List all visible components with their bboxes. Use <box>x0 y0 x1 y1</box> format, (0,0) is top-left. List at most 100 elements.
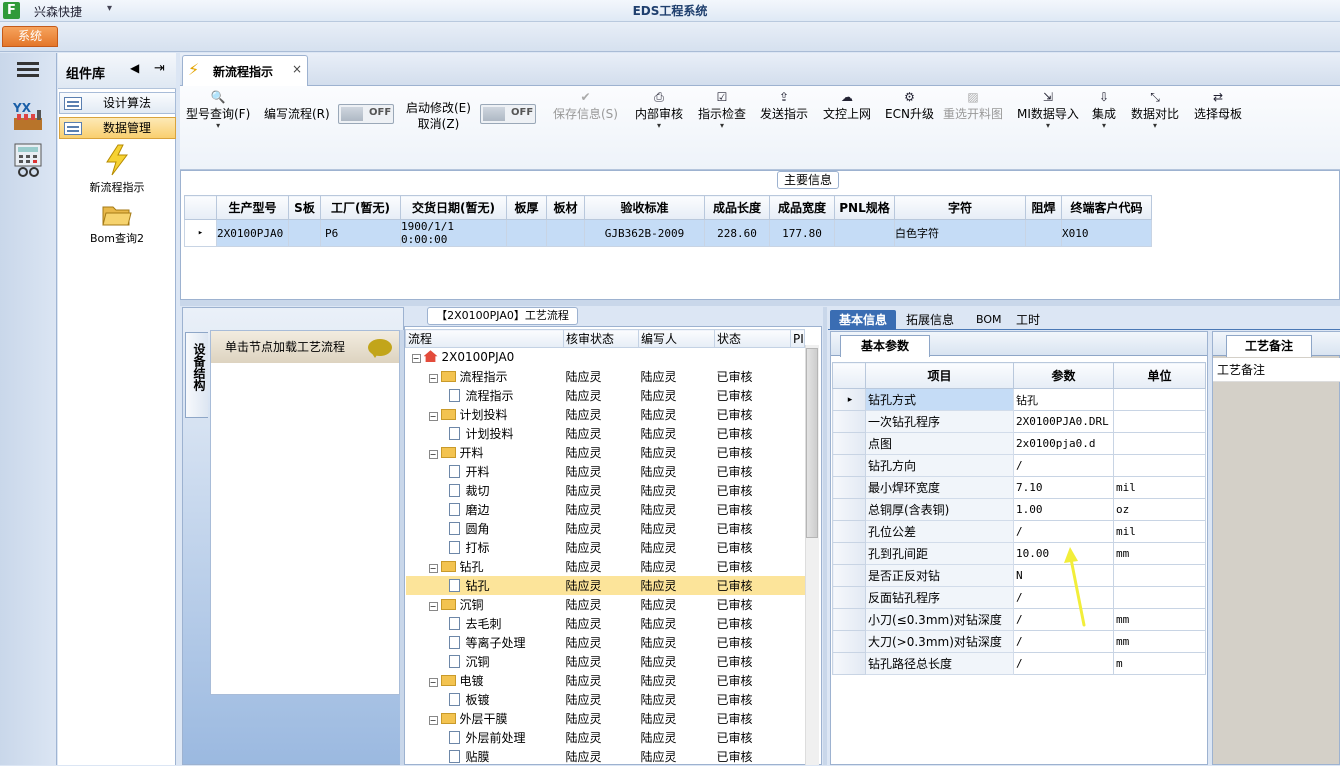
expand-toggle-icon[interactable]: − <box>428 411 438 421</box>
hamburger-menu-icon[interactable] <box>17 62 39 65</box>
tree-row[interactable]: 板镀 陆应灵 陆应灵 已审核 <box>406 690 805 709</box>
tree-row[interactable]: − 钻孔 陆应灵 陆应灵 已审核 <box>406 557 805 576</box>
collapse-left-icon[interactable]: ◀ <box>130 61 139 75</box>
param-value-cell[interactable]: 7.10 <box>1013 476 1114 499</box>
column-header[interactable]: 项目 <box>865 362 1014 389</box>
dropdown-arrow-icon[interactable]: ▾ <box>186 122 250 130</box>
column-header[interactable]: 状态 <box>714 329 791 348</box>
cell[interactable]: 177.80 <box>769 219 835 247</box>
column-header[interactable]: 参数 <box>1013 362 1114 389</box>
tree-row[interactable]: 开料 陆应灵 陆应灵 已审核 <box>406 462 805 481</box>
cell[interactable]: P6 <box>320 219 401 247</box>
dropdown-arrow-icon[interactable]: ▾ <box>1131 122 1179 130</box>
tab-bom[interactable]: BOM <box>976 310 1002 330</box>
horizontal-splitter[interactable] <box>180 300 1340 306</box>
close-tab-icon[interactable]: × <box>292 62 302 76</box>
column-header[interactable]: 板材 <box>546 195 585 220</box>
tree-node[interactable]: 打标 <box>406 538 564 557</box>
corner-cell[interactable] <box>832 362 866 389</box>
param-row[interactable]: 孔位公差 / mil <box>832 520 1206 543</box>
column-header[interactable]: 板厚 <box>506 195 547 220</box>
tree-row[interactable]: 打标 陆应灵 陆应灵 已审核 <box>406 538 805 557</box>
tree-row[interactable]: 裁切 陆应灵 陆应灵 已审核 <box>406 481 805 500</box>
send-instruction-button[interactable]: ⇪ 发送指示 <box>760 86 808 142</box>
column-header[interactable]: S板 <box>288 195 321 220</box>
tree-row[interactable]: − 计划投料 陆应灵 陆应灵 已审核 <box>406 405 805 424</box>
cell[interactable]: GJB362B-2009 <box>584 219 705 247</box>
column-header[interactable]: 成品长度 <box>704 195 770 220</box>
tree-node[interactable]: − 开料 <box>406 443 564 462</box>
tree-node[interactable]: 外层前处理 <box>406 728 564 747</box>
tree-row[interactable]: 计划投料 陆应灵 陆应灵 已审核 <box>406 424 805 443</box>
cell[interactable]: 2X0100PJA0 <box>216 219 289 247</box>
tree-node[interactable]: − 外层干膜 <box>406 709 564 728</box>
dropdown-arrow-icon[interactable]: ▾ <box>1092 122 1116 130</box>
tree-node[interactable]: 磨边 <box>406 500 564 519</box>
tab-base-params[interactable]: 基本参数 <box>840 335 930 357</box>
corner-cell[interactable] <box>184 195 217 220</box>
save-info-button[interactable]: ✔ 保存信息(S) <box>553 86 618 142</box>
expand-toggle-icon[interactable]: − <box>428 449 438 459</box>
param-value-cell[interactable]: / <box>1013 454 1114 477</box>
param-row[interactable]: 点图 2x0100pja0.d <box>832 432 1206 455</box>
param-value-cell[interactable]: 1.00 <box>1013 498 1114 521</box>
cell[interactable]: 1900/1/1 0:00:00 <box>400 219 507 247</box>
start-modify-toggle[interactable]: OFF <box>480 104 536 124</box>
param-row[interactable]: ▸ 钻孔方式 钻孔 <box>832 388 1206 411</box>
param-row[interactable]: 钻孔方向 / <box>832 454 1206 477</box>
tree-node[interactable]: 钻孔 <box>405 575 564 595</box>
instruction-check-button[interactable]: ☑ 指示检查 ▾ <box>698 86 746 142</box>
tree-row[interactable]: 外层前处理 陆应灵 陆应灵 已审核 <box>406 728 805 747</box>
param-row[interactable]: 钻孔路径总长度 / m <box>832 652 1206 675</box>
column-header[interactable]: PI <box>790 329 805 348</box>
expand-toggle-icon[interactable]: − <box>428 677 438 687</box>
pin-panel-icon[interactable]: ⇥ <box>154 61 165 76</box>
tab-equipment-structure[interactable]: 设备结构 <box>185 332 208 418</box>
tab-basic-info[interactable]: 基本信息 <box>830 310 896 330</box>
tree-node[interactable]: 裁切 <box>406 481 564 500</box>
tree-node[interactable]: 板镀 <box>406 690 564 709</box>
param-row[interactable]: 小刀(≤0.3mm)对钻深度 / mm <box>832 608 1206 631</box>
expand-toggle-icon[interactable]: − <box>411 354 421 364</box>
select-master-board-button[interactable]: ⇄ 选择母板 <box>1194 86 1242 142</box>
internal-review-button[interactable]: ⎙ 内部审核 ▾ <box>635 86 683 142</box>
calculator-icon[interactable] <box>14 143 44 177</box>
table-row[interactable]: ▸ 2X0100PJA0 P6 1900/1/1 0:00:00 GJB362B… <box>184 219 1152 247</box>
nav-design-algorithm[interactable]: 设计算法 <box>59 92 176 114</box>
tree-row[interactable]: 贴膜 陆应灵 陆应灵 已审核 <box>406 747 805 766</box>
tree-node[interactable]: 开料 <box>406 462 564 481</box>
tree-node[interactable]: 等离子处理 <box>406 633 564 652</box>
yx-factory-icon[interactable]: YX <box>12 100 45 132</box>
doc-control-online-button[interactable]: ☁ 文控上网 <box>823 86 871 142</box>
tree-node[interactable]: 计划投料 <box>406 424 564 443</box>
tab-process-notes[interactable]: 工艺备注 <box>1226 335 1312 357</box>
integrate-button[interactable]: ⇩ 集成 ▾ <box>1092 86 1116 142</box>
expand-toggle-icon[interactable]: − <box>428 373 438 383</box>
param-row[interactable]: 大刀(>0.3mm)对钻深度 / mm <box>832 630 1206 653</box>
column-header[interactable]: 生产型号 <box>216 195 289 220</box>
column-header[interactable]: 工厂(暂无) <box>320 195 401 220</box>
column-header[interactable]: 字符 <box>894 195 1026 220</box>
param-value-cell[interactable]: / <box>1013 520 1114 543</box>
reselect-cut-drawing-button[interactable]: ▨ 重选开料图 <box>943 86 1003 142</box>
tree-scrollbar-thumb[interactable] <box>806 348 818 538</box>
param-value-cell[interactable]: 2x0100pja0.d <box>1013 432 1114 455</box>
tile-new-process[interactable]: 新流程指示 <box>84 144 150 194</box>
cell[interactable] <box>506 219 547 247</box>
cell[interactable] <box>1025 219 1062 247</box>
param-value-cell[interactable]: 钻孔 <box>1013 388 1114 411</box>
tree-node[interactable]: − 2X0100PJA0 <box>406 348 564 367</box>
data-compare-button[interactable]: ⤡ 数据对比 ▾ <box>1131 86 1179 142</box>
tree-node[interactable]: − 钻孔 <box>406 557 564 576</box>
write-process-toggle[interactable]: OFF <box>338 104 394 124</box>
column-header[interactable]: PNL规格 <box>834 195 895 220</box>
dropdown-arrow-icon[interactable]: ▾ <box>1017 122 1079 130</box>
param-row[interactable]: 孔到孔间距 10.00 mm <box>832 542 1206 565</box>
cell[interactable]: 228.60 <box>704 219 770 247</box>
cell[interactable]: 白色字符 <box>894 219 1026 247</box>
param-value-cell[interactable]: / <box>1013 652 1114 675</box>
tree-node[interactable]: 沉铜 <box>406 652 564 671</box>
column-header[interactable]: 交货日期(暂无) <box>400 195 507 220</box>
tree-node[interactable]: 贴膜 <box>406 747 564 766</box>
expand-toggle-icon[interactable]: − <box>428 601 438 611</box>
